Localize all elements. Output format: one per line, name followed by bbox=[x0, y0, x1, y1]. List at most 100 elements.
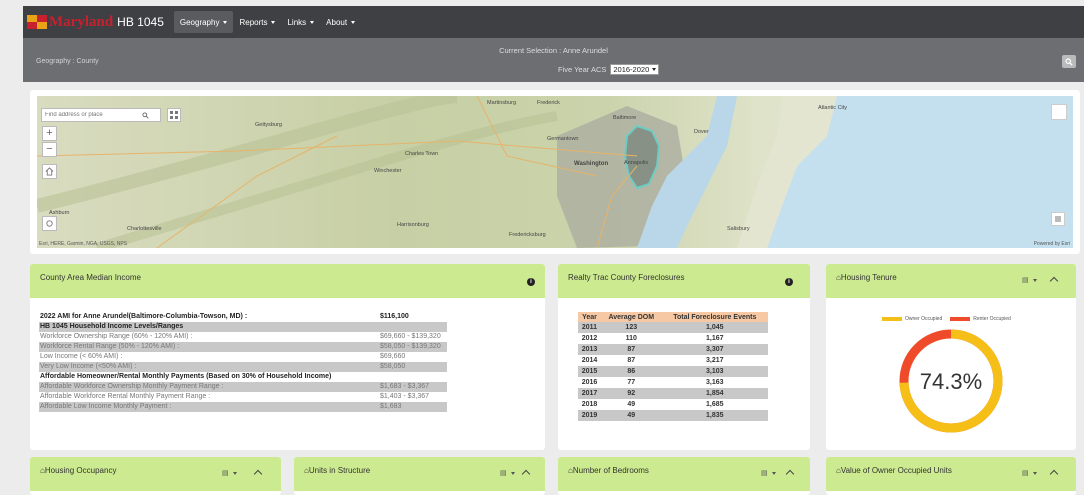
income-row: Affordable Homeowner/Rental Monthly Paym… bbox=[39, 372, 447, 382]
income-label: 2022 AMI for Anne Arundel(Baltimore-Colu… bbox=[40, 313, 248, 320]
column-header: Total Foreclosure Events bbox=[661, 312, 768, 322]
table-row: 2014 87 3,217 bbox=[578, 355, 768, 366]
income-value: $1,403 - $3,367 bbox=[380, 393, 430, 400]
basemap-gallery-button[interactable] bbox=[167, 108, 181, 122]
chevron-down-icon bbox=[652, 68, 657, 71]
layer-list-button[interactable] bbox=[1051, 212, 1065, 226]
income-row: Very Low Income (<50% AMI) : $58,050 bbox=[39, 362, 447, 372]
caret-down-icon bbox=[232, 471, 237, 475]
home-button[interactable] bbox=[42, 164, 57, 179]
income-value: $1,683 - $3,367 bbox=[380, 382, 447, 392]
table-row: 2017 92 1,854 bbox=[578, 388, 768, 399]
income-card: County Area Median Income i 2022 AMI for… bbox=[30, 264, 545, 450]
table-cell: 2012 bbox=[578, 333, 601, 344]
list-icon bbox=[1055, 216, 1061, 222]
caret-down-icon bbox=[1032, 471, 1037, 475]
collapse-button[interactable] bbox=[521, 469, 531, 479]
map-search-input[interactable] bbox=[42, 112, 142, 118]
table-cell: 2011 bbox=[578, 322, 601, 333]
card-header: ⌂Value of Owner Occupied Units ▤ bbox=[826, 457, 1076, 491]
chart-type-button[interactable]: ▤ bbox=[1022, 276, 1037, 284]
income-value: $116,100 bbox=[380, 313, 409, 320]
table-cell: 92 bbox=[600, 388, 662, 399]
card-header: County Area Median Income i bbox=[30, 264, 545, 298]
table-row: 2016 77 3,163 bbox=[578, 377, 768, 388]
collapse-button[interactable] bbox=[1049, 469, 1059, 479]
zoom-out-button[interactable]: − bbox=[42, 142, 57, 157]
bar-chart-icon: ▤ bbox=[500, 470, 507, 477]
nav-reports-menu[interactable]: Reports bbox=[233, 11, 281, 33]
nav-about-menu[interactable]: About bbox=[320, 11, 361, 33]
collapse-button[interactable] bbox=[1049, 276, 1059, 286]
table-cell: 3,217 bbox=[661, 355, 768, 366]
search-button[interactable] bbox=[1062, 55, 1076, 68]
map-powered-by[interactable]: Powered by Esri bbox=[1034, 241, 1070, 247]
income-value: $69,660 - $139,320 bbox=[380, 333, 441, 340]
chart-type-button[interactable]: ▤ bbox=[500, 469, 515, 477]
info-icon[interactable]: i bbox=[527, 278, 535, 286]
owner-occupied-value-card: ⌂Value of Owner Occupied Units ▤ bbox=[826, 457, 1076, 495]
income-value: $69,660 bbox=[380, 353, 406, 360]
table-cell: 49 bbox=[600, 399, 662, 410]
map-expand-button[interactable] bbox=[1051, 104, 1067, 120]
brand-name: Maryland bbox=[49, 13, 114, 30]
table-row: 2015 86 3,103 bbox=[578, 366, 768, 377]
acs-year-select[interactable]: 2016-2020 bbox=[610, 64, 660, 75]
card-title: ⌂Value of Owner Occupied Units bbox=[836, 466, 952, 475]
table-cell: 3,307 bbox=[661, 344, 768, 355]
home-icon bbox=[45, 167, 54, 176]
caret-down-icon bbox=[271, 20, 276, 24]
chart-type-button[interactable]: ▤ bbox=[1022, 469, 1037, 477]
map-view[interactable]: Martinsburg Frederick Baltimore Atlantic… bbox=[37, 96, 1073, 248]
info-icon[interactable]: i bbox=[785, 278, 793, 286]
income-label: Workforce Ownership Range (60% - 120% AM… bbox=[40, 333, 193, 340]
caret-down-icon bbox=[351, 20, 356, 24]
map-label: Gettysburg bbox=[255, 122, 282, 128]
table-cell: 87 bbox=[600, 355, 662, 366]
collapse-button[interactable] bbox=[253, 469, 263, 479]
table-row: 2019 49 1,835 bbox=[578, 410, 768, 421]
brand-subtitle: HB 1045 bbox=[117, 15, 164, 29]
table-cell: 110 bbox=[600, 333, 662, 344]
card-header: ⌂Units in Structure ▤ bbox=[294, 457, 545, 491]
map-label: Winchester bbox=[374, 168, 402, 174]
table-cell: 3,163 bbox=[661, 377, 768, 388]
selection-bar: Geography : County Current Selection : A… bbox=[23, 38, 1084, 82]
table-cell: 1,835 bbox=[661, 410, 768, 421]
caret-down-icon bbox=[510, 471, 515, 475]
nav-geography-menu[interactable]: Geography bbox=[173, 11, 234, 33]
map-label: Germantown bbox=[547, 136, 579, 142]
caret-down-icon bbox=[1032, 278, 1037, 282]
chart-type-button[interactable]: ▤ bbox=[761, 469, 776, 477]
map-card: Martinsburg Frederick Baltimore Atlantic… bbox=[30, 90, 1080, 254]
income-label: Affordable Homeowner/Rental Monthly Paym… bbox=[40, 373, 332, 380]
income-value bbox=[380, 322, 447, 332]
map-label: Martinsburg bbox=[487, 100, 517, 106]
map-label: Dover bbox=[694, 129, 709, 135]
table-cell: 1,045 bbox=[661, 322, 768, 333]
map-label: Atlantic City bbox=[818, 105, 848, 111]
table-cell: 49 bbox=[600, 410, 662, 421]
brand-logo[interactable]: Maryland HB 1045 bbox=[27, 6, 164, 38]
locate-button[interactable] bbox=[42, 216, 57, 231]
table-cell: 1,167 bbox=[661, 333, 768, 344]
card-title: ⌂Units in Structure bbox=[304, 466, 371, 475]
table-cell: 2017 bbox=[578, 388, 601, 399]
chart-type-button[interactable]: ▤ bbox=[222, 469, 237, 477]
search-icon[interactable] bbox=[142, 111, 149, 119]
table-cell: 87 bbox=[600, 344, 662, 355]
nav-links-menu[interactable]: Links bbox=[281, 11, 320, 33]
table-cell: 2015 bbox=[578, 366, 601, 377]
table-row: 2012 110 1,167 bbox=[578, 333, 768, 344]
column-header: Year bbox=[578, 312, 601, 322]
map-label: Baltimore bbox=[613, 115, 637, 121]
bar-chart-icon: ▤ bbox=[1022, 277, 1029, 284]
zoom-in-button[interactable]: + bbox=[42, 126, 57, 141]
income-value: $58,050 - $139,320 bbox=[380, 342, 447, 352]
collapse-button[interactable] bbox=[785, 469, 795, 479]
income-row: HB 1045 Household Income Levels/Ranges bbox=[39, 322, 447, 332]
nav-label: Geography bbox=[179, 17, 220, 27]
table-row: 2011 123 1,045 bbox=[578, 322, 768, 333]
table-cell: 2014 bbox=[578, 355, 601, 366]
table-cell: 2016 bbox=[578, 377, 601, 388]
